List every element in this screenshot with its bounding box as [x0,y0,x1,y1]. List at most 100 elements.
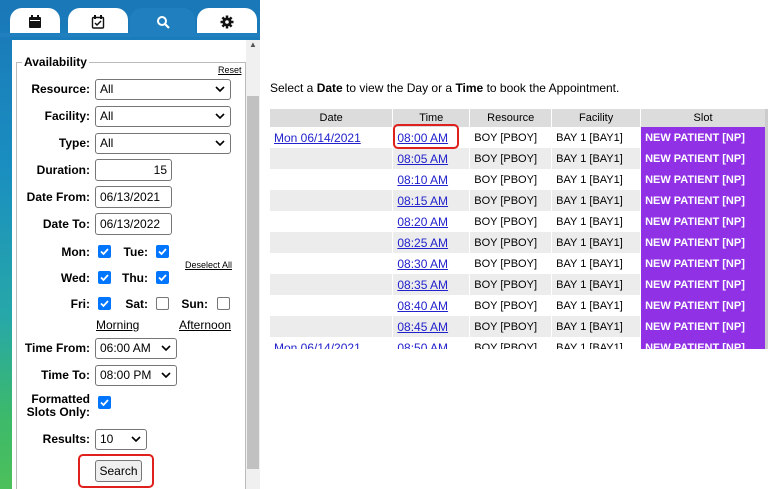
facility-cell: BAY 1 [BAY1] [551,190,642,211]
instructions-part1: Select a [270,81,317,95]
time-cell[interactable]: 08:35 AM [392,274,471,295]
time-from-select[interactable]: 06:00 AM [95,338,177,359]
grid-scroll-edge [765,109,768,349]
slot-cell: NEW PATIENT [NP] [640,211,766,232]
results-select[interactable]: 10 [95,429,147,450]
resource-cell: BOY [PBOY] [469,232,553,253]
time-link[interactable]: 08:40 AM [397,299,448,313]
sun-label: Sun: [181,297,208,311]
date-cell [270,253,394,274]
thu-label: Thu: [122,271,148,285]
slot-cell: NEW PATIENT [NP] [640,295,766,316]
scroll-up-arrow-icon[interactable]: ▲ [248,40,258,50]
check-icon [158,274,167,282]
time-link[interactable]: 08:25 AM [397,236,448,250]
instructions-text: Select a Date to view the Day or a Time … [270,81,619,95]
time-link[interactable]: 08:45 AM [397,320,448,334]
duration-label: Duration: [36,163,90,177]
date-link[interactable]: Mon 06/14/2021 [274,341,361,350]
facility-cell: BAY 1 [BAY1] [551,253,642,274]
date-cell [270,190,394,211]
time-cell[interactable]: 08:50 AM [392,337,471,350]
time-link[interactable]: 08:30 AM [397,257,448,271]
facility-cell: BAY 1 [BAY1] [551,169,642,190]
facility-cell: BAY 1 [BAY1] [551,274,642,295]
time-cell[interactable]: 08:30 AM [392,253,471,274]
time-link[interactable]: 08:50 AM [397,341,448,350]
time-to-select[interactable]: 08:00 PM [95,365,177,386]
tab-calendar[interactable] [10,8,60,36]
thu-checkbox[interactable] [156,271,169,284]
time-from-value: 06:00 AM [100,341,151,355]
time-to-value: 08:00 PM [100,368,152,382]
scrollbar-thumb[interactable] [247,96,259,469]
header-slot: Slot [640,109,766,127]
fri-checkbox[interactable] [98,297,111,310]
facility-cell: BAY 1 [BAY1] [551,295,642,316]
resource-select-value: All [100,82,114,96]
search-icon [156,16,170,29]
type-select[interactable]: All [95,133,231,154]
time-link[interactable]: 08:20 AM [397,215,448,229]
table-header-row: Date Time Resource Facility Slot [270,109,766,127]
morning-link[interactable]: Morning [96,318,139,332]
facility-cell: BAY 1 [BAY1] [551,211,642,232]
deselect-all-link[interactable]: Deselect All [185,260,232,270]
time-cell[interactable]: 08:45 AM [392,316,471,337]
time-link[interactable]: 08:15 AM [397,194,448,208]
calendar-icon [29,15,41,28]
time-cell[interactable]: 08:40 AM [392,295,471,316]
resource-select[interactable]: All [95,79,231,100]
resource-cell: BOY [PBOY] [469,253,553,274]
date-to-input[interactable]: 06/13/2022 [95,213,172,235]
date-link[interactable]: Mon 06/14/2021 [274,131,361,145]
resource-cell: BOY [PBOY] [469,169,553,190]
resource-cell: BOY [PBOY] [469,127,553,148]
instructions-part2: to view the Day or a [342,81,456,95]
check-icon [158,248,167,256]
date-from-input[interactable]: 06/13/2021 [95,186,172,208]
fri-label: Fri: [70,297,90,311]
facility-cell: BAY 1 [BAY1] [551,127,642,148]
date-cell [270,295,394,316]
tab-search[interactable] [130,8,195,36]
time-link[interactable]: 08:35 AM [397,278,448,292]
time-cell[interactable]: 08:05 AM [392,148,471,169]
tab-settings[interactable] [197,8,257,36]
calendar-check-icon [91,15,105,29]
mon-checkbox[interactable] [98,245,111,258]
time-cell[interactable]: 08:15 AM [392,190,471,211]
reset-link[interactable]: Reset [218,65,242,75]
time-link[interactable]: 08:10 AM [397,173,448,187]
resource-cell: BOY [PBOY] [469,337,553,349]
table-row: Mon 06/14/2021 08:00 AM BOY [PBOY] BAY 1 [B… [270,127,766,148]
time-cell[interactable]: 08:25 AM [392,232,471,253]
date-cell [270,316,394,337]
time-link[interactable]: 08:05 AM [397,152,448,166]
table-row: 08:45 AM BOY [PBOY] BAY 1 [BAY1] NEW PATIEN… [270,316,766,337]
sun-checkbox[interactable] [217,297,230,310]
date-cell[interactable]: Mon 06/14/2021 [270,127,394,148]
slot-cell: NEW PATIENT [NP] [640,316,766,337]
facility-select[interactable]: All [95,106,231,127]
check-icon [100,300,109,308]
appointment-table: Date Time Resource Facility Slot Mon 06/… [270,109,766,349]
date-cell [270,169,394,190]
date-cell[interactable]: Mon 06/14/2021 [270,337,394,350]
table-row: 08:05 AM BOY [PBOY] BAY 1 [BAY1] NEW PATIEN… [270,148,766,169]
tue-checkbox[interactable] [156,245,169,258]
sat-checkbox[interactable] [156,297,169,310]
instructions-time: Time [455,81,484,95]
duration-input[interactable]: 15 [95,159,172,181]
formatted-slots-checkbox[interactable] [98,396,111,409]
facility-cell: BAY 1 [BAY1] [551,316,642,337]
header-facility: Facility [551,109,642,127]
date-to-label: Date To: [42,217,90,231]
tab-appointments[interactable] [68,8,128,36]
wed-checkbox[interactable] [98,271,111,284]
time-cell[interactable]: 08:20 AM [392,211,471,232]
time-cell[interactable]: 08:10 AM [392,169,471,190]
afternoon-link[interactable]: Afternoon [179,318,231,332]
chevron-down-icon [131,436,141,443]
sat-label: Sat: [125,297,148,311]
